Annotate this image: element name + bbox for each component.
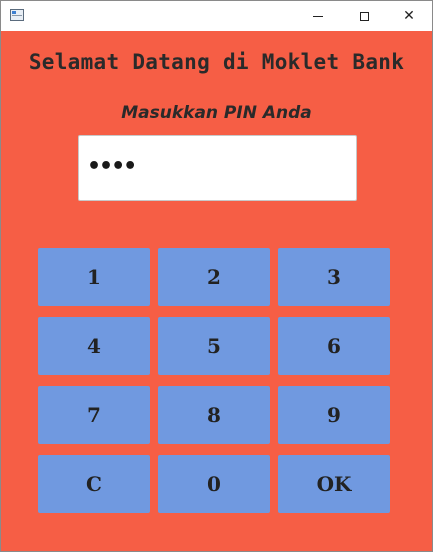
- key-label: 0: [207, 472, 221, 496]
- close-button[interactable]: ✕: [386, 1, 432, 31]
- key-7-button[interactable]: 7: [38, 386, 150, 444]
- pin-input[interactable]: ••••: [78, 135, 357, 201]
- title-bar[interactable]: ✕: [1, 1, 432, 31]
- key-label: 4: [87, 334, 101, 358]
- key-5-button[interactable]: 5: [158, 317, 270, 375]
- key-6-button[interactable]: 6: [278, 317, 390, 375]
- window-app-icon: [10, 9, 24, 21]
- key-0-button[interactable]: 0: [158, 455, 270, 513]
- key-label: 3: [327, 265, 341, 289]
- app-window: ✕ Selamat Datang di Moklet Bank Masukkan…: [0, 0, 433, 552]
- key-label: 1: [87, 265, 101, 289]
- key-1-button[interactable]: 1: [38, 248, 150, 306]
- key-label: 2: [207, 265, 221, 289]
- key-label: 8: [207, 403, 221, 427]
- key-label: 6: [327, 334, 341, 358]
- key-label: 9: [327, 403, 341, 427]
- key-8-button[interactable]: 8: [158, 386, 270, 444]
- key-label: 5: [207, 334, 221, 358]
- main-panel: Selamat Datang di Moklet Bank Masukkan P…: [1, 31, 432, 551]
- key-label: 7: [87, 403, 101, 427]
- pin-masked-value: ••••: [87, 154, 137, 179]
- key-label: C: [86, 472, 102, 496]
- key-4-button[interactable]: 4: [38, 317, 150, 375]
- minimize-icon: [313, 15, 323, 17]
- key-9-button[interactable]: 9: [278, 386, 390, 444]
- key-3-button[interactable]: 3: [278, 248, 390, 306]
- maximize-icon: [359, 11, 369, 21]
- pin-prompt: Masukkan PIN Anda: [121, 103, 312, 123]
- clear-button[interactable]: C: [38, 455, 150, 513]
- key-label: OK: [316, 472, 352, 496]
- ok-button[interactable]: OK: [278, 455, 390, 513]
- key-2-button[interactable]: 2: [158, 248, 270, 306]
- maximize-button[interactable]: [341, 1, 387, 31]
- close-icon: ✕: [403, 8, 415, 24]
- minimize-button[interactable]: [295, 1, 341, 31]
- welcome-title: Selamat Datang di Moklet Bank: [28, 50, 405, 74]
